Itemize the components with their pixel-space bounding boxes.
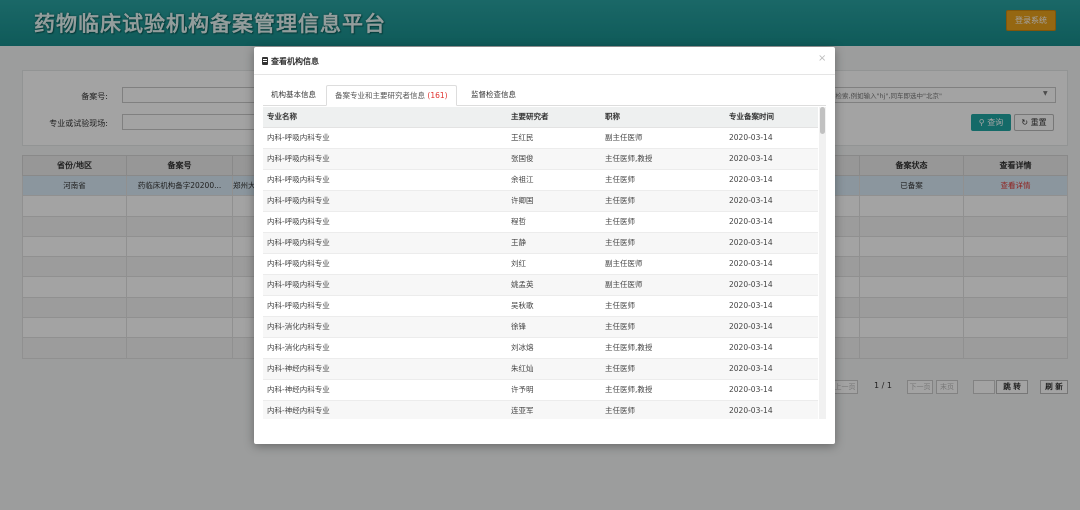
table-row: 内科-呼吸内科专业 许卿国 主任医师 2020-03-14 — [263, 190, 818, 212]
cell-date: 2020-03-14 — [725, 232, 818, 254]
scrollbar-thumb[interactable] — [820, 107, 825, 134]
cell-investigator: 王静 — [507, 232, 601, 254]
table-row: 内科-消化内科专业 徐锋 主任医师 2020-03-14 — [263, 316, 818, 338]
cell-investigator: 朱红灿 — [507, 358, 601, 380]
cell-date: 2020-03-14 — [725, 316, 818, 338]
cell-specialty: 内科-呼吸内科专业 — [263, 295, 507, 317]
cell-date: 2020-03-14 — [725, 190, 818, 212]
cell-investigator: 刘红 — [507, 253, 601, 275]
tab-inspection-info[interactable]: 监督检查信息 — [463, 85, 524, 106]
cell-title: 主任医师 — [601, 316, 725, 338]
table-row: 内科-呼吸内科专业 张国俊 主任医师,教授 2020-03-14 — [263, 148, 818, 170]
cell-title: 主任医师 — [601, 232, 725, 254]
table-row: 内科-呼吸内科专业 王静 主任医师 2020-03-14 — [263, 232, 818, 254]
table-row: 内科-呼吸内科专业 姚孟英 副主任医师 2020-03-14 — [263, 274, 818, 296]
cell-date: 2020-03-14 — [725, 253, 818, 275]
cell-investigator: 刘冰熔 — [507, 337, 601, 359]
tab-specialty-label: 备案专业和主要研究者信息 — [335, 91, 425, 100]
table-row: 内科-神经内科专业 许予明 主任医师,教授 2020-03-14 — [263, 379, 818, 401]
cell-specialty: 内科-呼吸内科专业 — [263, 274, 507, 296]
table-header-row: 专业名称 主要研究者 职称 专业备案时间 — [263, 107, 818, 128]
tab-basic-info[interactable]: 机构基本信息 — [263, 85, 324, 106]
cell-investigator: 许予明 — [507, 379, 601, 401]
table-row: 内科-呼吸内科专业 王红民 副主任医师 2020-03-14 — [263, 127, 818, 149]
cell-title: 副主任医师 — [601, 274, 725, 296]
cell-specialty: 内科-消化内科专业 — [263, 316, 507, 338]
cell-investigator: 余祖江 — [507, 169, 601, 191]
cell-investigator: 许卿国 — [507, 190, 601, 212]
tab-record-count: (161) — [427, 91, 448, 100]
investigator-table: 专业名称 主要研究者 职称 专业备案时间 内科-呼吸内科专业 王红民 副主任医师 20… — [263, 107, 818, 419]
table-row: 内科-呼吸内科专业 刘红 副主任医师 2020-03-14 — [263, 253, 818, 275]
cell-investigator: 吴秋歌 — [507, 295, 601, 317]
cell-title: 主任医师,教授 — [601, 379, 725, 401]
modal-title: 查看机构信息 — [271, 57, 319, 66]
cell-date: 2020-03-14 — [725, 169, 818, 191]
table-row: 内科-呼吸内科专业 程哲 主任医师 2020-03-14 — [263, 211, 818, 233]
table-scrollbar[interactable] — [819, 107, 826, 419]
cell-title: 主任医师 — [601, 190, 725, 212]
col-date: 专业备案时间 — [725, 107, 818, 128]
cell-specialty: 内科-呼吸内科专业 — [263, 190, 507, 212]
cell-date: 2020-03-14 — [725, 400, 818, 419]
close-icon[interactable]: × — [818, 53, 826, 64]
cell-title: 主任医师,教授 — [601, 148, 725, 170]
cell-investigator: 徐锋 — [507, 316, 601, 338]
cell-specialty: 内科-呼吸内科专业 — [263, 253, 507, 275]
institution-info-modal: 查看机构信息 × 机构基本信息 备案专业和主要研究者信息 (161) 监督检查信… — [254, 47, 835, 444]
cell-date: 2020-03-14 — [725, 337, 818, 359]
cell-title: 主任医师,教授 — [601, 337, 725, 359]
modal-header: 查看机构信息 × — [254, 47, 835, 75]
cell-date: 2020-03-14 — [725, 127, 818, 149]
cell-specialty: 内科-呼吸内科专业 — [263, 148, 507, 170]
cell-title: 主任医师 — [601, 400, 725, 419]
modal-tabs: 机构基本信息 备案专业和主要研究者信息 (161) 监督检查信息 — [263, 85, 826, 106]
cell-specialty: 内科-呼吸内科专业 — [263, 211, 507, 233]
cell-title: 主任医师 — [601, 358, 725, 380]
cell-investigator: 连亚军 — [507, 400, 601, 419]
cell-date: 2020-03-14 — [725, 358, 818, 380]
cell-title: 副主任医师 — [601, 127, 725, 149]
document-icon — [262, 57, 268, 65]
investigator-table-container: 专业名称 主要研究者 职称 专业备案时间 内科-呼吸内科专业 王红民 副主任医师 20… — [263, 107, 826, 419]
investigator-table-body: 内科-呼吸内科专业 王红民 副主任医师 2020-03-14 内科-呼吸内科专业 张国俊主… — [263, 127, 818, 419]
table-row: 内科-呼吸内科专业 余祖江 主任医师 2020-03-14 — [263, 169, 818, 191]
cell-investigator: 张国俊 — [507, 148, 601, 170]
cell-date: 2020-03-14 — [725, 379, 818, 401]
cell-date: 2020-03-14 — [725, 211, 818, 233]
cell-investigator: 王红民 — [507, 127, 601, 149]
cell-date: 2020-03-14 — [725, 148, 818, 170]
tab-specialty-investigators[interactable]: 备案专业和主要研究者信息 (161) — [326, 85, 457, 106]
cell-specialty: 内科-神经内科专业 — [263, 358, 507, 380]
cell-title: 主任医师 — [601, 295, 725, 317]
table-row: 内科-神经内科专业 朱红灿 主任医师 2020-03-14 — [263, 358, 818, 380]
cell-investigator: 程哲 — [507, 211, 601, 233]
col-title: 职称 — [601, 107, 725, 128]
cell-specialty: 内科-神经内科专业 — [263, 400, 507, 419]
table-row: 内科-消化内科专业 刘冰熔 主任医师,教授 2020-03-14 — [263, 337, 818, 359]
cell-specialty: 内科-神经内科专业 — [263, 379, 507, 401]
cell-title: 主任医师 — [601, 211, 725, 233]
cell-investigator: 姚孟英 — [507, 274, 601, 296]
cell-specialty: 内科-呼吸内科专业 — [263, 127, 507, 149]
col-specialty: 专业名称 — [263, 107, 507, 128]
cell-date: 2020-03-14 — [725, 295, 818, 317]
cell-specialty: 内科-消化内科专业 — [263, 337, 507, 359]
table-row: 内科-神经内科专业 连亚军 主任医师 2020-03-14 — [263, 400, 818, 419]
cell-title: 主任医师 — [601, 169, 725, 191]
col-investigator: 主要研究者 — [507, 107, 601, 128]
table-row: 内科-呼吸内科专业 吴秋歌 主任医师 2020-03-14 — [263, 295, 818, 317]
cell-title: 副主任医师 — [601, 253, 725, 275]
cell-specialty: 内科-呼吸内科专业 — [263, 232, 507, 254]
cell-specialty: 内科-呼吸内科专业 — [263, 169, 507, 191]
cell-date: 2020-03-14 — [725, 274, 818, 296]
